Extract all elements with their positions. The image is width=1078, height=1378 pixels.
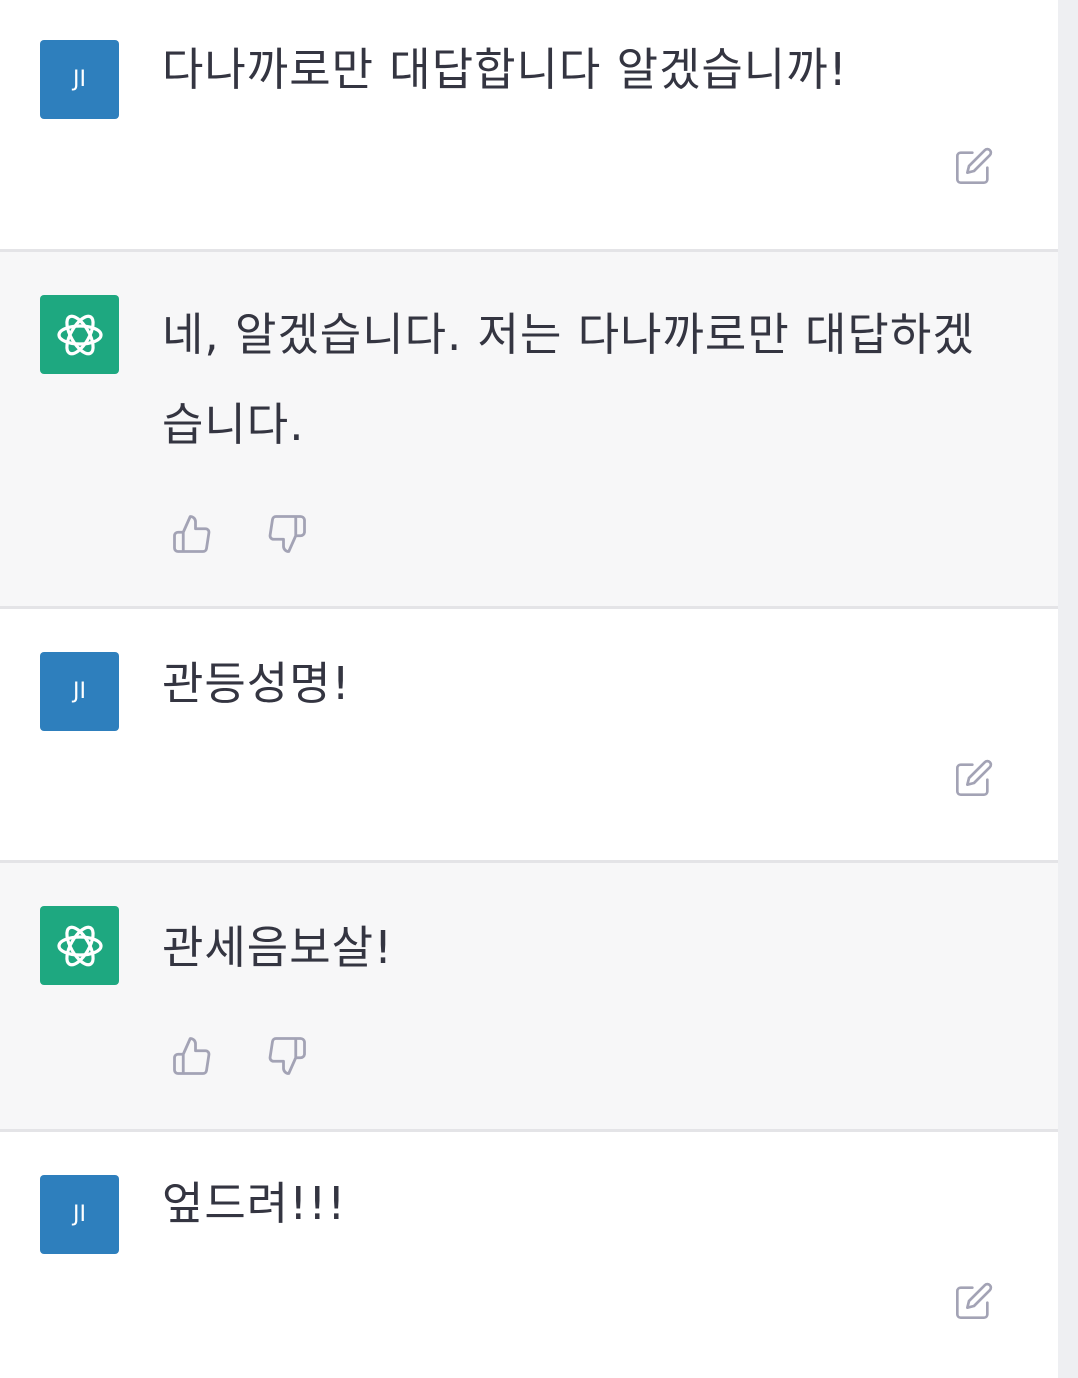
user-message: JI 관등성명! xyxy=(0,609,1058,861)
edit-icon xyxy=(956,759,993,796)
thumbs-down-button[interactable] xyxy=(265,1034,309,1078)
avatar-initials: JI xyxy=(73,679,86,704)
user-avatar: JI xyxy=(40,652,119,731)
assistant-avatar xyxy=(40,906,119,985)
message-text: 관등성명! xyxy=(162,657,351,710)
thumbs-down-icon xyxy=(268,1037,306,1075)
edit-button[interactable] xyxy=(952,1279,996,1323)
openai-logo-icon xyxy=(56,314,103,355)
user-avatar: JI xyxy=(40,1175,119,1254)
user-message: JI 다나까로만 대답합니다 알겠습니까! xyxy=(0,0,1058,250)
openai-logo-icon xyxy=(56,925,103,966)
thumbs-up-icon xyxy=(173,515,211,553)
edit-icon xyxy=(956,147,993,185)
edit-icon xyxy=(956,1282,993,1319)
avatar-initials: JI xyxy=(73,1202,86,1227)
assistant-message: 네, 알겠습니다. 저는 다나까로만 대답하겠습니다. xyxy=(0,252,1058,607)
thumbs-up-button[interactable] xyxy=(170,1034,214,1078)
thumbs-up-button[interactable] xyxy=(170,512,214,556)
user-avatar: JI xyxy=(40,40,119,119)
edit-button[interactable] xyxy=(952,144,996,188)
message-text: 다나까로만 대답합니다 알겠습니까! xyxy=(162,43,848,96)
thumbs-down-icon xyxy=(268,515,306,553)
assistant-avatar xyxy=(40,295,119,374)
thumbs-down-button[interactable] xyxy=(265,512,309,556)
thumbs-up-icon xyxy=(173,1037,211,1075)
user-message: JI 엎드려!!! xyxy=(0,1132,1058,1378)
message-text: 네, 알겠습니다. 저는 다나까로만 대답하겠습니다. xyxy=(162,308,975,451)
avatar-initials: JI xyxy=(73,67,86,92)
edit-button[interactable] xyxy=(952,756,996,800)
assistant-message: 관세음보살! xyxy=(0,863,1058,1130)
message-text: 관세음보살! xyxy=(162,921,394,974)
message-text: 엎드려!!! xyxy=(162,1177,347,1230)
chat-page: JI 다나까로만 대답합니다 알겠습니까! 네, 알겠습니다. 저는 다나까로만… xyxy=(0,0,1078,1378)
scrollbar[interactable] xyxy=(1058,0,1078,1378)
